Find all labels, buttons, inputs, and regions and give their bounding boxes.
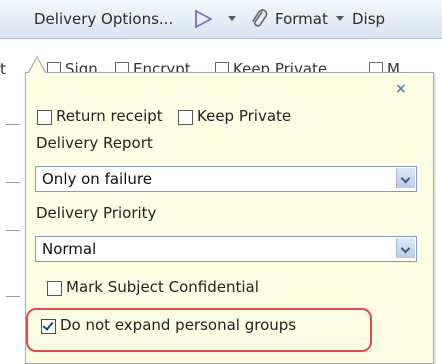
format-button[interactable]: Format: [275, 10, 328, 28]
popup-pointer-fill: [29, 58, 45, 73]
toolbar: Delivery Options... Format Disp: [0, 0, 442, 39]
keep-private-checkbox[interactable]: [178, 110, 193, 125]
flag-dropdown-caret[interactable]: [228, 16, 236, 21]
left-divider: [6, 230, 20, 231]
delivery-report-label: Delivery Report: [36, 134, 153, 152]
chevron-down-icon[interactable]: [396, 168, 415, 188]
delivery-priority-select[interactable]: Normal: [35, 236, 417, 262]
return-receipt-label: Return receipt: [56, 107, 163, 125]
paperclip-icon[interactable]: [250, 8, 268, 30]
mark-confidential-label: Mark Subject Confidential: [66, 278, 259, 296]
delivery-report-select[interactable]: Only on failure: [35, 166, 417, 192]
left-divider: [6, 296, 20, 297]
delivery-options-button[interactable]: Delivery Options...: [34, 10, 173, 28]
delivery-priority-label: Delivery Priority: [36, 204, 157, 222]
delivery-report-value: Only on failure: [42, 170, 152, 188]
keep-private-label: Keep Private: [197, 107, 292, 125]
format-dropdown-caret[interactable]: [336, 16, 344, 21]
display-button[interactable]: Disp: [352, 10, 385, 28]
close-icon[interactable]: ×: [395, 81, 407, 97]
left-divider: [6, 182, 20, 183]
return-receipt-checkbox[interactable]: [37, 110, 52, 125]
left-divider: [6, 124, 20, 125]
highlight-annotation: [26, 308, 372, 352]
flag-icon[interactable]: [193, 8, 215, 30]
strip-fragment: t: [0, 60, 6, 78]
chevron-down-icon[interactable]: [396, 238, 415, 258]
delivery-priority-value: Normal: [42, 240, 97, 258]
mark-confidential-checkbox[interactable]: [47, 281, 62, 296]
